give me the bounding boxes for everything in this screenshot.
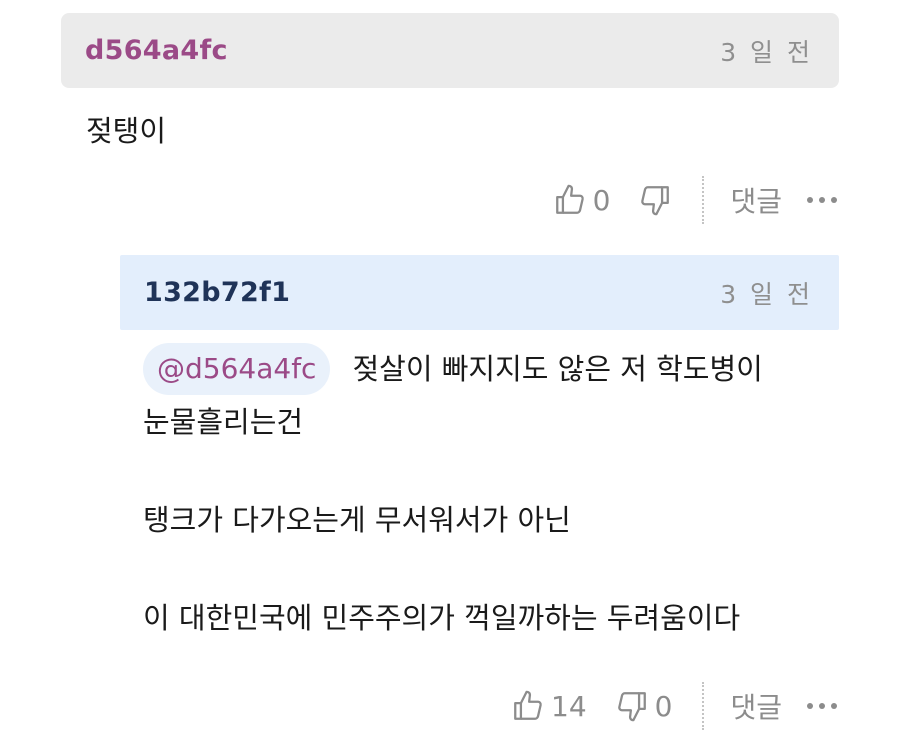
like-count: 0 bbox=[592, 183, 611, 217]
dislike-count: 0 bbox=[654, 689, 673, 723]
reply-line-3: 탱크가 다가오는게 무서워서가 아닌 bbox=[143, 503, 571, 537]
reply-line-2: 눈물흘리는건 bbox=[143, 405, 304, 439]
reply-body: @d564a4fc 젖살이 빠지지도 않은 저 학도병이 눈물흘리는건 탱크가 … bbox=[143, 342, 843, 644]
reply-line-1: 젖살이 빠지지도 않은 저 학도병이 bbox=[352, 352, 763, 386]
more-dots-icon bbox=[804, 197, 840, 203]
action-divider bbox=[702, 176, 705, 224]
dislike-button[interactable] bbox=[638, 183, 672, 217]
thumbs-up-icon bbox=[511, 689, 545, 723]
thumbs-down-icon bbox=[615, 689, 649, 723]
comment-author[interactable]: d564a4fc bbox=[85, 35, 228, 66]
reply-timestamp: 3 일 전 bbox=[720, 279, 813, 309]
comment-actions: 0 댓글 bbox=[553, 176, 840, 224]
thumbs-up-icon bbox=[553, 183, 587, 217]
more-options-button[interactable] bbox=[804, 703, 840, 709]
reply-button[interactable]: 댓글 bbox=[730, 180, 782, 220]
like-count: 14 bbox=[551, 689, 587, 723]
dislike-button[interactable]: 0 bbox=[615, 689, 673, 723]
like-button[interactable]: 14 bbox=[511, 689, 587, 723]
mention-tag[interactable]: @d564a4fc bbox=[143, 343, 331, 395]
reply-author[interactable]: 132b72f1 bbox=[144, 277, 290, 308]
comment-timestamp: 3 일 전 bbox=[720, 37, 813, 67]
comment-text: 젖탱이 bbox=[86, 114, 167, 148]
reply-line-4: 이 대한민국에 민주주의가 꺽일까하는 두려움이다 bbox=[143, 601, 741, 635]
thumbs-down-icon bbox=[638, 183, 672, 217]
more-dots-icon bbox=[804, 703, 840, 709]
more-options-button[interactable] bbox=[804, 197, 840, 203]
like-button[interactable]: 0 bbox=[553, 183, 611, 217]
reply-header: 132b72f1 3 일 전 bbox=[120, 255, 839, 330]
comment-header: d564a4fc 3 일 전 bbox=[61, 13, 839, 88]
reply-actions: 14 0 댓글 bbox=[511, 682, 840, 730]
action-divider bbox=[702, 682, 705, 730]
reply-button[interactable]: 댓글 bbox=[730, 686, 782, 726]
